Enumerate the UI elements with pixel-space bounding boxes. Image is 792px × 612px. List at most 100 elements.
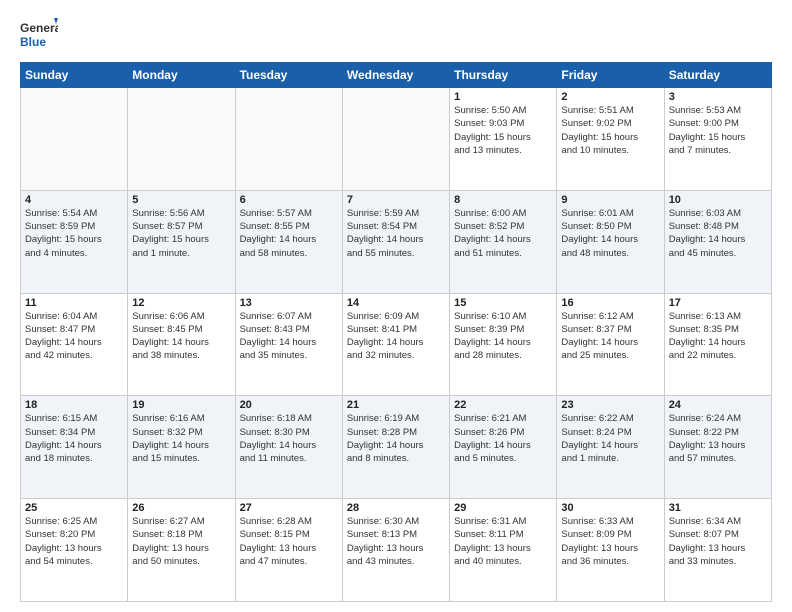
day-info: Sunrise: 6:25 AMSunset: 8:20 PMDaylight:… <box>25 515 123 568</box>
weekday-header-thursday: Thursday <box>450 63 557 88</box>
calendar-cell: 4Sunrise: 5:54 AMSunset: 8:59 PMDaylight… <box>21 190 128 293</box>
calendar-cell <box>235 88 342 191</box>
day-info: Sunrise: 6:09 AMSunset: 8:41 PMDaylight:… <box>347 310 445 363</box>
day-number: 24 <box>669 399 767 411</box>
day-number: 21 <box>347 399 445 411</box>
day-info: Sunrise: 5:59 AMSunset: 8:54 PMDaylight:… <box>347 207 445 260</box>
day-number: 5 <box>132 194 230 206</box>
calendar-cell: 18Sunrise: 6:15 AMSunset: 8:34 PMDayligh… <box>21 396 128 499</box>
day-number: 10 <box>669 194 767 206</box>
calendar-cell: 14Sunrise: 6:09 AMSunset: 8:41 PMDayligh… <box>342 293 449 396</box>
calendar-cell: 2Sunrise: 5:51 AMSunset: 9:02 PMDaylight… <box>557 88 664 191</box>
day-info: Sunrise: 6:34 AMSunset: 8:07 PMDaylight:… <box>669 515 767 568</box>
calendar-cell: 15Sunrise: 6:10 AMSunset: 8:39 PMDayligh… <box>450 293 557 396</box>
calendar-cell: 17Sunrise: 6:13 AMSunset: 8:35 PMDayligh… <box>664 293 771 396</box>
day-info: Sunrise: 6:30 AMSunset: 8:13 PMDaylight:… <box>347 515 445 568</box>
day-number: 25 <box>25 502 123 514</box>
logo-svg: General Blue <box>20 16 58 54</box>
day-number: 6 <box>240 194 338 206</box>
day-info: Sunrise: 6:24 AMSunset: 8:22 PMDaylight:… <box>669 412 767 465</box>
calendar-cell: 25Sunrise: 6:25 AMSunset: 8:20 PMDayligh… <box>21 499 128 602</box>
day-info: Sunrise: 6:15 AMSunset: 8:34 PMDaylight:… <box>25 412 123 465</box>
calendar-cell: 7Sunrise: 5:59 AMSunset: 8:54 PMDaylight… <box>342 190 449 293</box>
weekday-header-sunday: Sunday <box>21 63 128 88</box>
day-number: 18 <box>25 399 123 411</box>
day-number: 14 <box>347 297 445 309</box>
day-info: Sunrise: 6:19 AMSunset: 8:28 PMDaylight:… <box>347 412 445 465</box>
logo: General Blue <box>20 16 58 54</box>
calendar-cell: 11Sunrise: 6:04 AMSunset: 8:47 PMDayligh… <box>21 293 128 396</box>
weekday-header-monday: Monday <box>128 63 235 88</box>
day-info: Sunrise: 6:16 AMSunset: 8:32 PMDaylight:… <box>132 412 230 465</box>
day-info: Sunrise: 6:00 AMSunset: 8:52 PMDaylight:… <box>454 207 552 260</box>
calendar-cell: 26Sunrise: 6:27 AMSunset: 8:18 PMDayligh… <box>128 499 235 602</box>
calendar-header: SundayMondayTuesdayWednesdayThursdayFrid… <box>21 63 772 88</box>
day-info: Sunrise: 6:01 AMSunset: 8:50 PMDaylight:… <box>561 207 659 260</box>
day-info: Sunrise: 6:07 AMSunset: 8:43 PMDaylight:… <box>240 310 338 363</box>
day-info: Sunrise: 5:56 AMSunset: 8:57 PMDaylight:… <box>132 207 230 260</box>
day-number: 31 <box>669 502 767 514</box>
day-info: Sunrise: 5:51 AMSunset: 9:02 PMDaylight:… <box>561 104 659 157</box>
page: General Blue SundayMondayTuesdayWednesda… <box>0 0 792 612</box>
weekday-header-wednesday: Wednesday <box>342 63 449 88</box>
calendar-cell: 20Sunrise: 6:18 AMSunset: 8:30 PMDayligh… <box>235 396 342 499</box>
day-info: Sunrise: 6:28 AMSunset: 8:15 PMDaylight:… <box>240 515 338 568</box>
calendar-cell: 22Sunrise: 6:21 AMSunset: 8:26 PMDayligh… <box>450 396 557 499</box>
calendar-week-4: 18Sunrise: 6:15 AMSunset: 8:34 PMDayligh… <box>21 396 772 499</box>
day-info: Sunrise: 6:06 AMSunset: 8:45 PMDaylight:… <box>132 310 230 363</box>
calendar-cell: 23Sunrise: 6:22 AMSunset: 8:24 PMDayligh… <box>557 396 664 499</box>
calendar-body: 1Sunrise: 5:50 AMSunset: 9:03 PMDaylight… <box>21 88 772 602</box>
calendar-week-2: 4Sunrise: 5:54 AMSunset: 8:59 PMDaylight… <box>21 190 772 293</box>
calendar-cell: 29Sunrise: 6:31 AMSunset: 8:11 PMDayligh… <box>450 499 557 602</box>
day-number: 13 <box>240 297 338 309</box>
calendar-cell: 5Sunrise: 5:56 AMSunset: 8:57 PMDaylight… <box>128 190 235 293</box>
day-number: 29 <box>454 502 552 514</box>
day-info: Sunrise: 6:03 AMSunset: 8:48 PMDaylight:… <box>669 207 767 260</box>
calendar-cell: 1Sunrise: 5:50 AMSunset: 9:03 PMDaylight… <box>450 88 557 191</box>
calendar-cell: 13Sunrise: 6:07 AMSunset: 8:43 PMDayligh… <box>235 293 342 396</box>
svg-text:General: General <box>20 21 58 35</box>
day-number: 20 <box>240 399 338 411</box>
day-number: 7 <box>347 194 445 206</box>
calendar-cell: 8Sunrise: 6:00 AMSunset: 8:52 PMDaylight… <box>450 190 557 293</box>
day-number: 2 <box>561 91 659 103</box>
day-info: Sunrise: 5:54 AMSunset: 8:59 PMDaylight:… <box>25 207 123 260</box>
weekday-header-saturday: Saturday <box>664 63 771 88</box>
calendar-cell: 19Sunrise: 6:16 AMSunset: 8:32 PMDayligh… <box>128 396 235 499</box>
day-info: Sunrise: 6:21 AMSunset: 8:26 PMDaylight:… <box>454 412 552 465</box>
day-number: 9 <box>561 194 659 206</box>
day-number: 8 <box>454 194 552 206</box>
day-number: 4 <box>25 194 123 206</box>
day-info: Sunrise: 5:53 AMSunset: 9:00 PMDaylight:… <box>669 104 767 157</box>
day-number: 27 <box>240 502 338 514</box>
day-info: Sunrise: 6:12 AMSunset: 8:37 PMDaylight:… <box>561 310 659 363</box>
day-number: 19 <box>132 399 230 411</box>
calendar-cell: 31Sunrise: 6:34 AMSunset: 8:07 PMDayligh… <box>664 499 771 602</box>
day-number: 17 <box>669 297 767 309</box>
calendar-cell <box>21 88 128 191</box>
weekday-header-friday: Friday <box>557 63 664 88</box>
svg-text:Blue: Blue <box>20 35 46 49</box>
day-number: 26 <box>132 502 230 514</box>
calendar-cell: 30Sunrise: 6:33 AMSunset: 8:09 PMDayligh… <box>557 499 664 602</box>
day-info: Sunrise: 6:13 AMSunset: 8:35 PMDaylight:… <box>669 310 767 363</box>
calendar-cell: 9Sunrise: 6:01 AMSunset: 8:50 PMDaylight… <box>557 190 664 293</box>
day-number: 22 <box>454 399 552 411</box>
calendar-cell: 21Sunrise: 6:19 AMSunset: 8:28 PMDayligh… <box>342 396 449 499</box>
calendar-cell: 3Sunrise: 5:53 AMSunset: 9:00 PMDaylight… <box>664 88 771 191</box>
day-number: 15 <box>454 297 552 309</box>
calendar-cell: 10Sunrise: 6:03 AMSunset: 8:48 PMDayligh… <box>664 190 771 293</box>
day-number: 11 <box>25 297 123 309</box>
day-info: Sunrise: 6:27 AMSunset: 8:18 PMDaylight:… <box>132 515 230 568</box>
day-number: 23 <box>561 399 659 411</box>
day-info: Sunrise: 6:10 AMSunset: 8:39 PMDaylight:… <box>454 310 552 363</box>
day-info: Sunrise: 5:57 AMSunset: 8:55 PMDaylight:… <box>240 207 338 260</box>
day-number: 30 <box>561 502 659 514</box>
weekday-header-tuesday: Tuesday <box>235 63 342 88</box>
calendar-cell: 6Sunrise: 5:57 AMSunset: 8:55 PMDaylight… <box>235 190 342 293</box>
calendar-week-3: 11Sunrise: 6:04 AMSunset: 8:47 PMDayligh… <box>21 293 772 396</box>
calendar-cell: 12Sunrise: 6:06 AMSunset: 8:45 PMDayligh… <box>128 293 235 396</box>
calendar-cell: 16Sunrise: 6:12 AMSunset: 8:37 PMDayligh… <box>557 293 664 396</box>
day-number: 28 <box>347 502 445 514</box>
day-info: Sunrise: 6:22 AMSunset: 8:24 PMDaylight:… <box>561 412 659 465</box>
